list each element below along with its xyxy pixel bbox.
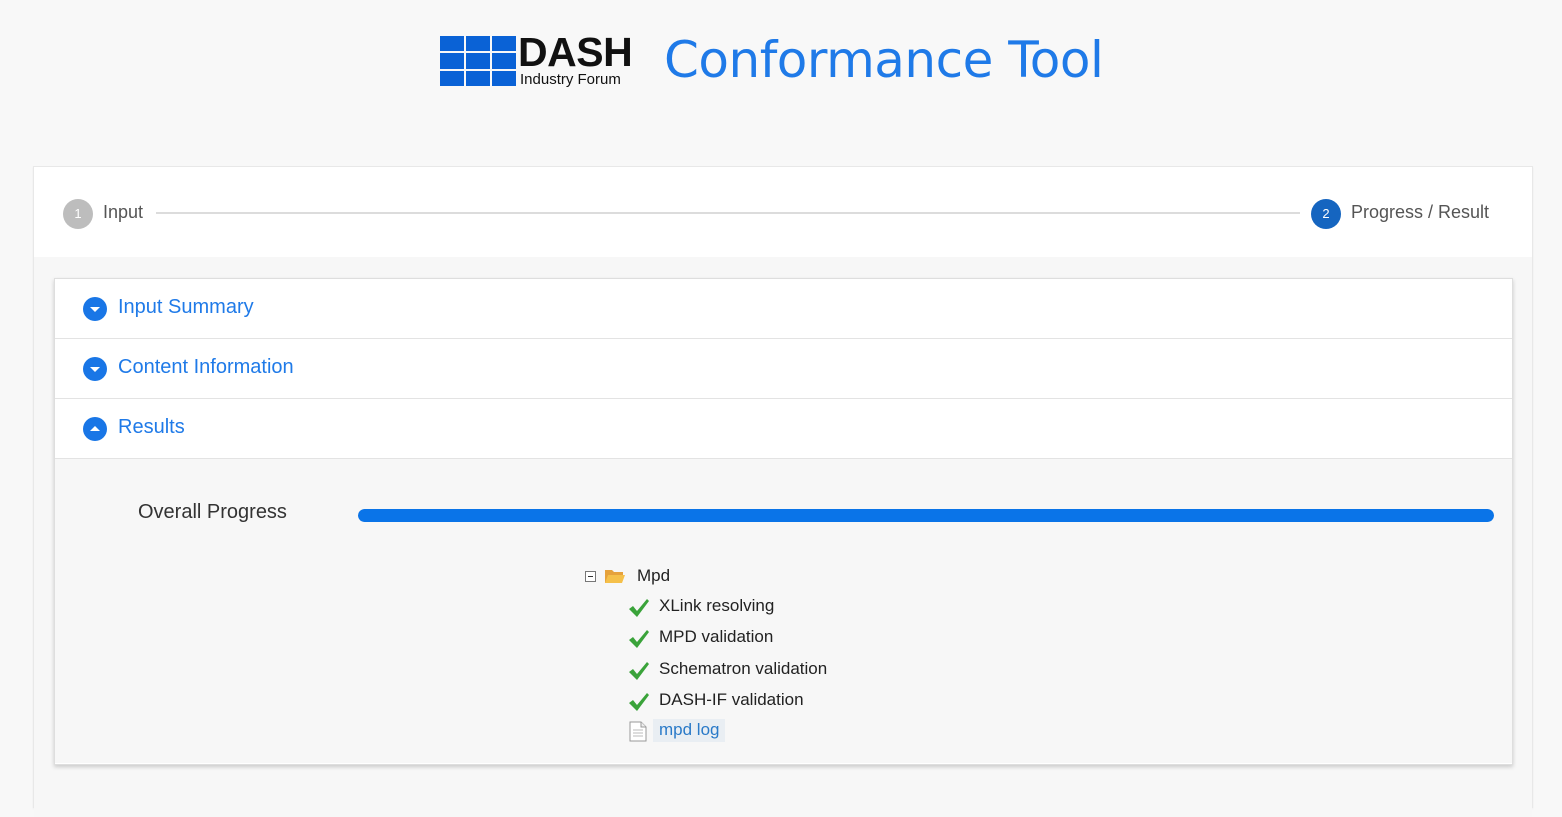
tree-item-log: mpd log: [585, 719, 985, 751]
accordion-title: Input Summary: [118, 296, 254, 318]
progress-fill: [358, 509, 1494, 522]
document-icon: [629, 721, 647, 747]
chevron-down-icon: [83, 357, 107, 381]
tree-root-label: Mpd: [637, 566, 671, 585]
check-icon: [627, 597, 651, 624]
tree-node-mpd: Mpd: [585, 565, 985, 595]
check-icon: [627, 628, 651, 655]
tree-item: XLink resolving: [585, 595, 985, 626]
check-icon: [627, 691, 651, 718]
app-header: DASH Industry Forum Conformance Tool: [0, 30, 1562, 100]
progress-label: Overall Progress: [138, 501, 287, 523]
tree-item: DASH-IF validation: [585, 689, 985, 720]
logo-word: DASH: [518, 29, 633, 75]
page-title: Conformance Tool: [664, 31, 1104, 89]
step-label: Progress / Result: [1351, 202, 1490, 222]
accordion-input-summary[interactable]: Input Summary: [55, 279, 1512, 339]
tree-item-label: XLink resolving: [659, 596, 775, 615]
accordion-content-information[interactable]: Content Information: [55, 339, 1512, 399]
accordion-title: Results: [118, 416, 185, 438]
accordion-title: Content Information: [118, 356, 294, 378]
tree-item: Schematron validation: [585, 658, 985, 689]
stepper-connector: [156, 212, 1300, 214]
results-tree: Mpd XLink resolving MPD validation Schem…: [585, 565, 985, 751]
tree-item-label: DASH-IF validation: [659, 689, 804, 709]
tree-item: MPD validation: [585, 626, 985, 657]
accordion-results[interactable]: Results: [55, 399, 1512, 459]
tree-item-label: MPD validation: [659, 627, 774, 647]
chevron-down-icon: [83, 297, 107, 321]
results-panel: Overall Progress Mpd XLink resolving MPD…: [55, 459, 1512, 763]
main-card: 1 Input 2 Progress / Result Input Summar…: [33, 166, 1533, 817]
chevron-up-icon: [83, 417, 107, 441]
mpd-log-link[interactable]: mpd log: [653, 719, 726, 743]
tree-item-label: Schematron validation: [659, 658, 828, 678]
step-number: 2: [1311, 199, 1341, 229]
results-accordion: Input Summary Content Information Result…: [54, 278, 1513, 765]
collapse-toggle-icon[interactable]: [585, 571, 596, 582]
overall-progress-bar: [358, 509, 1494, 522]
check-icon: [627, 660, 651, 687]
step-label: Input: [103, 202, 144, 222]
step-number: 1: [63, 199, 93, 229]
logo-subtitle: Industry Forum: [520, 71, 621, 88]
logo-grid-icon: [440, 36, 516, 86]
stepper: 1 Input 2 Progress / Result: [34, 167, 1532, 257]
dash-if-logo: DASH Industry Forum: [440, 32, 652, 92]
folder-open-icon: [604, 567, 626, 590]
